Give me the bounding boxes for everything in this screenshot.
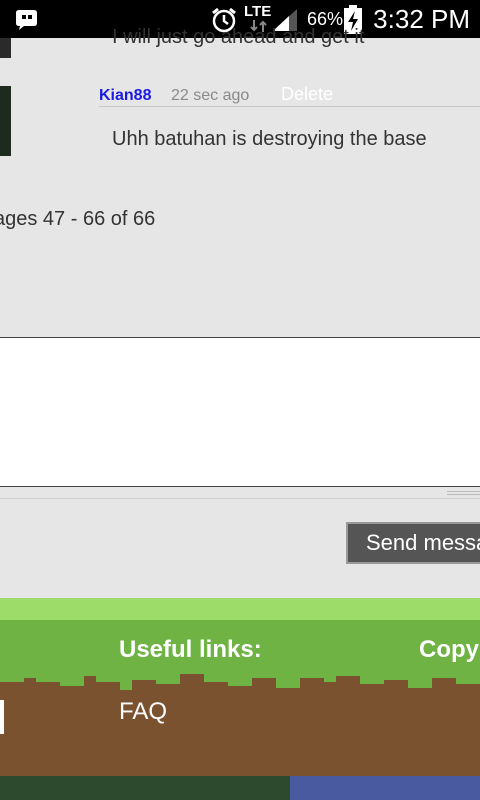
- faq-link[interactable]: FAQ: [119, 698, 167, 726]
- side-tab[interactable]: [0, 700, 4, 734]
- message-timestamp: 22 sec ago: [171, 87, 250, 104]
- delete-message-button[interactable]: Delete: [281, 84, 333, 105]
- dirt-edge: [0, 674, 480, 708]
- message-input[interactable]: [0, 337, 480, 487]
- message-text: I will just go ahead and get it: [112, 26, 365, 48]
- message-text: Uhh batuhan is destroying the base: [112, 128, 427, 150]
- send-message-button[interactable]: Send messa: [346, 522, 480, 564]
- pagination-info: ages 47 - 66 of 66: [0, 208, 156, 230]
- footer-bottom-block: [290, 776, 480, 800]
- resize-handle-icon[interactable]: [447, 490, 480, 498]
- message-username[interactable]: Kian88: [99, 87, 151, 105]
- useful-links-heading: Useful links:: [119, 636, 262, 663]
- network-type-label: LTE: [244, 3, 272, 20]
- chat-messages: I will just go ahead and get it Kian88 2…: [0, 26, 480, 338]
- divider: [99, 106, 480, 107]
- avatar[interactable]: [0, 38, 11, 58]
- clock: 3:32 PM: [373, 4, 470, 34]
- footer-bottom-strip: [0, 776, 480, 800]
- grass-highlight: [0, 598, 480, 620]
- avatar[interactable]: [0, 86, 11, 156]
- site-footer: Useful links: Copy FAQ: [0, 598, 480, 800]
- app-notification-icon: [16, 10, 37, 30]
- copyright-heading: Copy: [419, 636, 479, 663]
